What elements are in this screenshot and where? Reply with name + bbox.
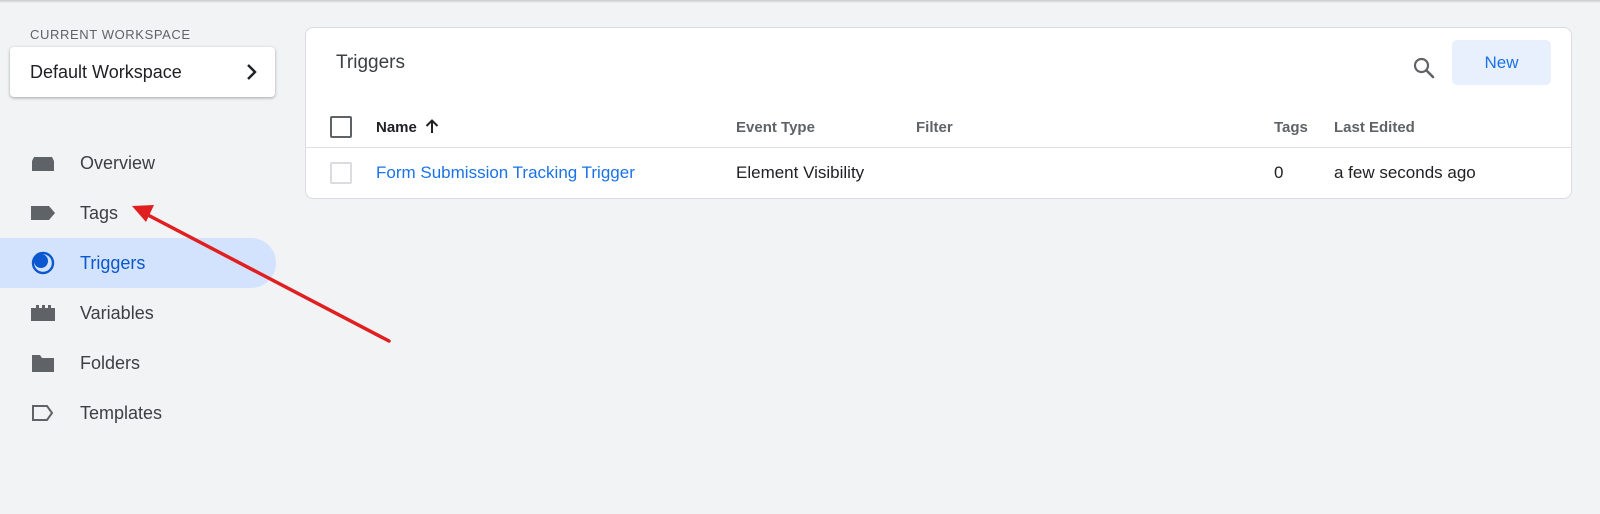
- sidebar-item-triggers[interactable]: Triggers: [0, 238, 276, 288]
- sidebar-item-templates[interactable]: Templates: [0, 388, 276, 438]
- sidebar-item-overview[interactable]: Overview: [0, 138, 276, 188]
- column-header-last-edited[interactable]: Last Edited: [1334, 106, 1415, 148]
- workspace-name: Default Workspace: [30, 61, 182, 82]
- panel-title: Triggers: [336, 52, 405, 73]
- sidebar-item-label: Folders: [80, 352, 141, 373]
- tag-icon: [30, 200, 56, 226]
- search-button[interactable]: [1404, 48, 1444, 88]
- trigger-name-link[interactable]: Form Submission Tracking Trigger: [376, 149, 635, 197]
- column-header-tags[interactable]: Tags: [1274, 106, 1308, 148]
- search-icon: [1413, 57, 1435, 79]
- table-row: Form Submission Tracking Trigger Element…: [306, 149, 1571, 197]
- sidebar-item-label: Variables: [80, 302, 154, 323]
- sidebar-item-tags[interactable]: Tags: [0, 188, 276, 238]
- sidebar-item-label: Tags: [80, 202, 119, 223]
- table-header: Name Event Type Filter Tags Last Edited: [306, 106, 1571, 148]
- overview-icon: [30, 150, 56, 176]
- sidebar-item-label: Overview: [80, 152, 156, 173]
- sidebar-nav: Overview Tags Triggers Variables Folders…: [0, 138, 276, 438]
- column-header-event-type[interactable]: Event Type: [736, 106, 815, 148]
- column-header-filter[interactable]: Filter: [916, 106, 953, 148]
- folder-icon: [30, 350, 56, 376]
- trigger-event-type: Element Visibility: [736, 163, 865, 182]
- select-all-checkbox[interactable]: [330, 116, 352, 138]
- triggers-panel: Triggers New Name Event Type Filter Tags…: [305, 27, 1572, 199]
- template-icon: [30, 400, 56, 426]
- variables-icon: [30, 300, 56, 326]
- chevron-right-icon: [247, 64, 257, 80]
- arrow-up-icon: [425, 119, 439, 133]
- top-shadow: [0, 0, 1600, 3]
- column-header-name[interactable]: Name: [376, 106, 441, 148]
- sidebar-item-folders[interactable]: Folders: [0, 338, 276, 388]
- trigger-last-edited: a few seconds ago: [1334, 163, 1476, 182]
- sidebar-item-variables[interactable]: Variables: [0, 288, 276, 338]
- trigger-tags-count: 0: [1274, 163, 1284, 182]
- workspace-selector[interactable]: Default Workspace: [10, 47, 275, 97]
- triggers-icon: [30, 250, 56, 276]
- column-header-name-label: Name: [376, 118, 417, 136]
- sidebar-item-label: Triggers: [80, 252, 146, 273]
- row-checkbox[interactable]: [330, 162, 352, 184]
- sidebar-item-label: Templates: [80, 402, 163, 423]
- new-trigger-button[interactable]: New: [1452, 40, 1551, 85]
- current-workspace-label: CURRENT WORKSPACE: [30, 27, 191, 42]
